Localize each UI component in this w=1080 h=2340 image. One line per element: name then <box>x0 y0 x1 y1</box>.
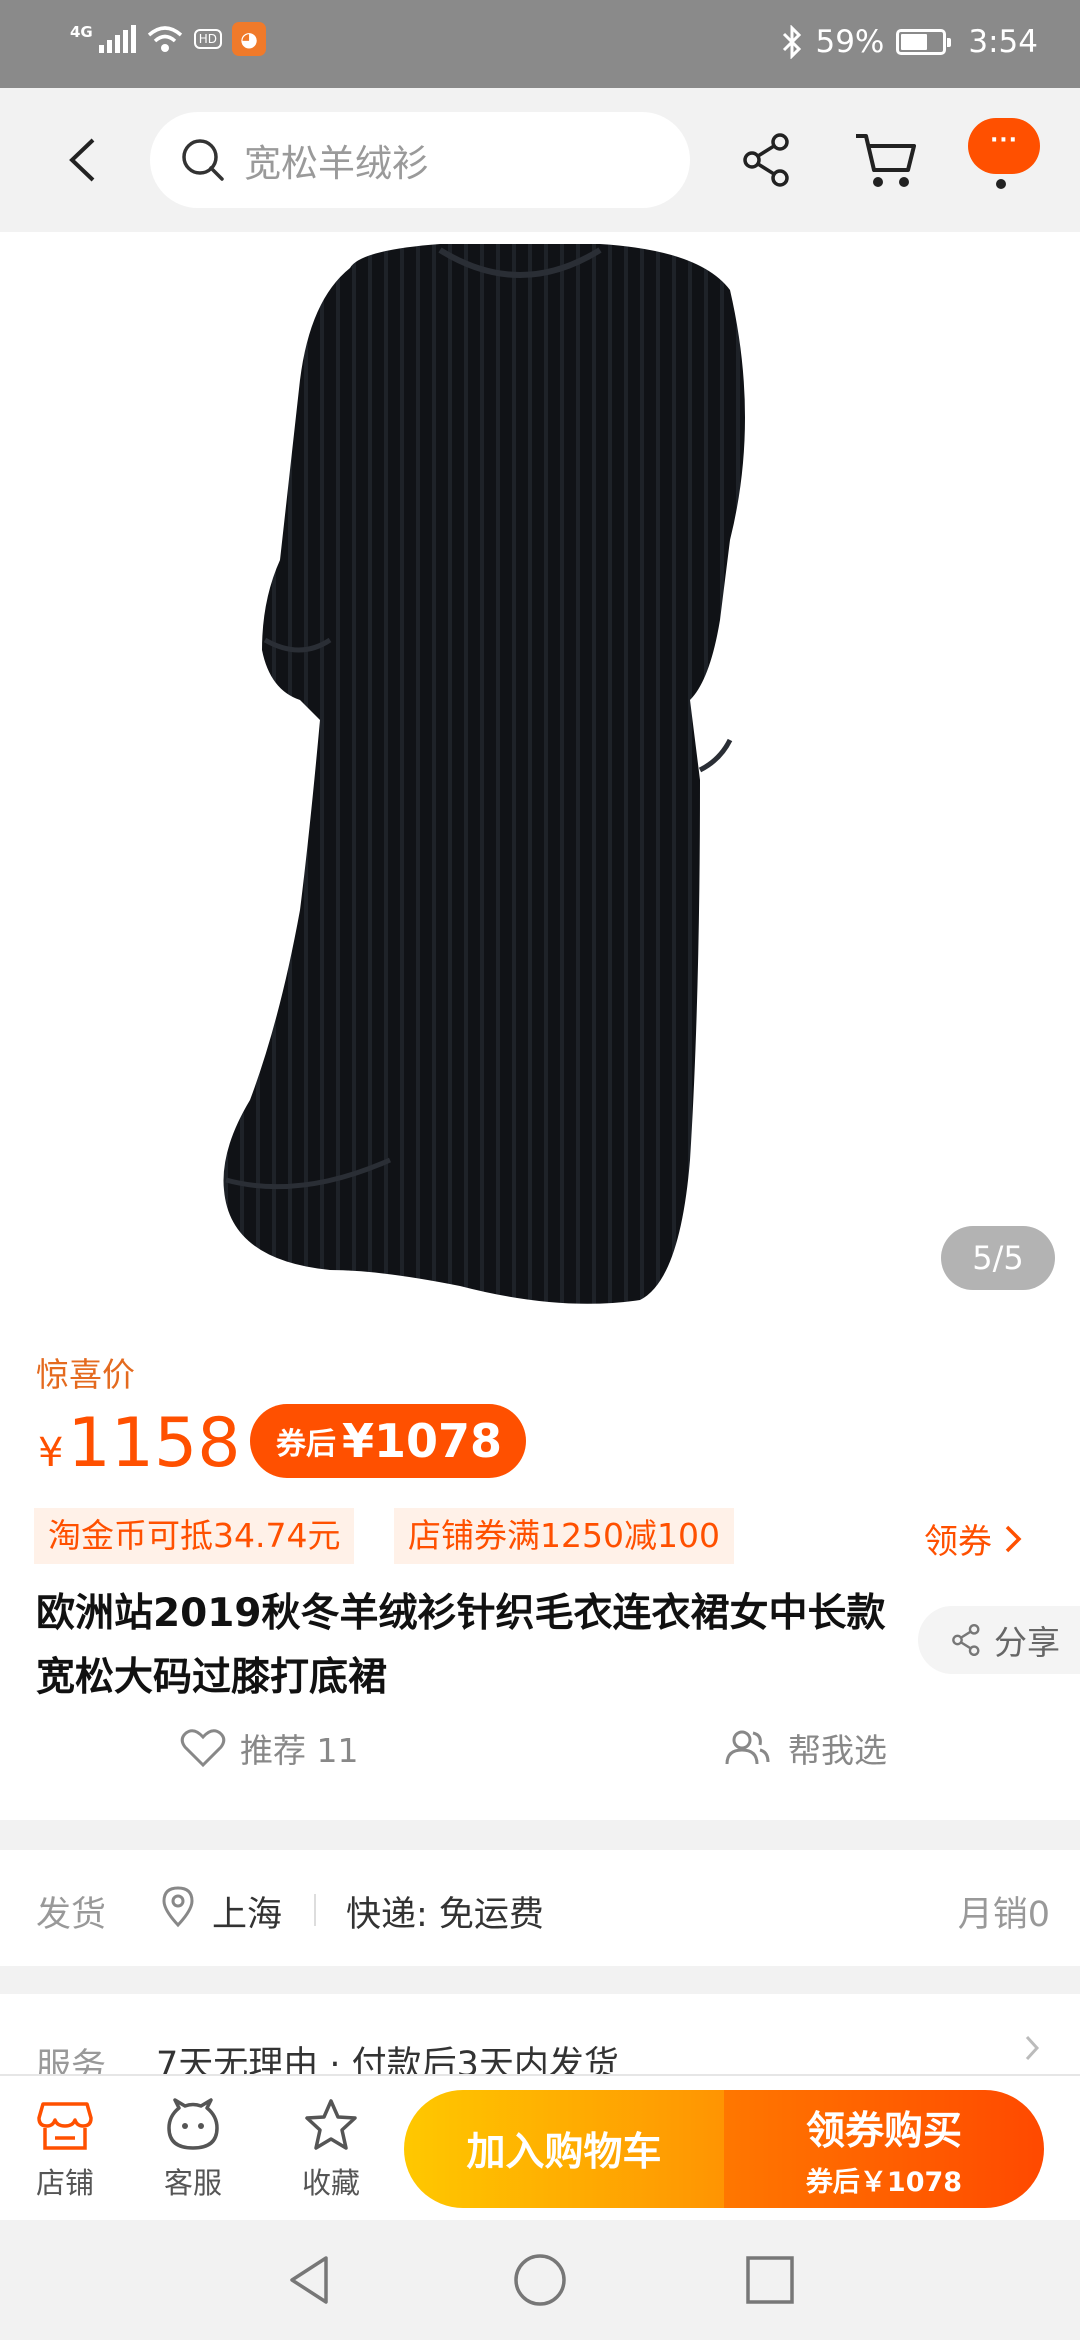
buy-coupon-price: 券后￥1078 <box>805 2166 963 2198</box>
chevron-right-icon <box>1025 2035 1040 2061</box>
buy-with-coupon-button[interactable]: 领券购买 券后￥1078 <box>724 2090 1044 2208</box>
hd-badge: HD <box>193 29 223 49</box>
search-icon <box>182 139 224 181</box>
shipping-express: 快递: 免运费 <box>346 1895 544 1935</box>
cta-group: 加入购物车 领券购买 券后￥1078 <box>404 2090 1044 2208</box>
star-icon <box>305 2099 357 2150</box>
monthly-sales: 月销0 <box>957 1895 1050 1935</box>
service-label: 服务 <box>36 2047 107 2074</box>
location-pin-icon <box>162 1886 194 1928</box>
system-navigation-bar <box>0 2220 1080 2340</box>
chevron-right-icon <box>1005 1525 1022 1552</box>
shipping-city: 上海 <box>212 1895 283 1935</box>
status-right: 59% 3:54 <box>781 24 1038 60</box>
shipping-label: 发货 <box>36 1895 107 1935</box>
product-title: 欧洲站2019秋冬羊绒衫针织毛衣连衣裙女中长款宽松大码过膝打底裙 <box>36 1591 886 1700</box>
status-bar: 4G HD ◕ 59% 3:54 <box>0 0 1080 88</box>
battery-icon <box>896 29 952 55</box>
favorite-label: 收藏 <box>301 2166 360 2200</box>
help-choose-button[interactable]: 帮我选 <box>724 1724 887 1772</box>
signal-icon <box>98 25 136 53</box>
help-choose-label: 帮我选 <box>788 1731 887 1770</box>
get-coupon-link[interactable]: 领券 <box>924 1514 1022 1563</box>
coupon-price-badge: 券后 ¥1078 <box>250 1404 527 1478</box>
share-button[interactable] <box>736 128 800 192</box>
image-counter: 5/5 <box>941 1226 1055 1290</box>
battery-percent: 59% <box>815 24 885 60</box>
price: ¥ 1158 <box>38 1404 241 1483</box>
promo-tag-store-coupon: 店铺券满1250减100 <box>394 1508 734 1564</box>
search-input[interactable]: 宽松羊绒衫 <box>150 112 690 208</box>
dress-image <box>223 244 745 1304</box>
service-row[interactable]: 服务 7天无理由 · 付款后3天内发货 <box>0 1994 1080 2074</box>
cart-icon <box>856 134 916 187</box>
wifi-icon <box>147 26 182 52</box>
heart-icon <box>180 1729 226 1768</box>
price-currency: ¥ <box>38 1430 64 1476</box>
customer-service-icon <box>167 2098 219 2150</box>
top-nav-bar: 宽松羊绒衫 ··· <box>0 88 1080 232</box>
system-home-icon[interactable] <box>510 2250 570 2310</box>
back-button[interactable] <box>52 128 112 192</box>
share-tab[interactable]: 分享 <box>918 1606 1080 1674</box>
recommend-label: 推荐 11 <box>240 1731 359 1770</box>
favorite-button[interactable]: 收藏 <box>276 2098 386 2202</box>
uc-browser-icon: ◕ <box>232 22 267 56</box>
product-image[interactable] <box>0 232 1080 1312</box>
customer-service-label: 客服 <box>163 2166 222 2200</box>
more-indicator-dot <box>996 179 1006 189</box>
service-text: 7天无理由 · 付款后3天内发货 <box>156 2045 619 2074</box>
promo-tag-coins: 淘金币可抵34.74元 <box>34 1508 355 1564</box>
network-type: 4G <box>70 23 93 41</box>
coupon-price-value: ¥1078 <box>342 1414 503 1468</box>
status-left: 4G HD ◕ <box>70 22 267 56</box>
cart-button[interactable] <box>852 126 922 192</box>
system-recents-icon[interactable] <box>740 2250 800 2310</box>
people-icon <box>725 1730 770 1765</box>
store-button[interactable]: 店铺 <box>10 2098 120 2202</box>
chevron-left-icon <box>69 138 95 182</box>
store-icon <box>37 2102 93 2150</box>
add-to-cart-button[interactable]: 加入购物车 <box>404 2090 724 2208</box>
bottom-action-bar: 店铺 客服 收藏 加入购物车 领券购买 券后￥1078 <box>0 2074 1080 2220</box>
share-label: 分享 <box>994 1623 1060 1662</box>
system-back-icon[interactable] <box>280 2250 340 2310</box>
divider <box>314 1894 316 1926</box>
coupon-price-label: 券后 <box>276 1427 336 1462</box>
search-placeholder: 宽松羊绒衫 <box>244 142 429 185</box>
buy-with-coupon-label: 领券购买 <box>805 2108 962 2154</box>
store-label: 店铺 <box>35 2166 94 2200</box>
shipping-row[interactable]: 发货 上海 快递: 免运费 月销0 <box>0 1850 1080 1966</box>
get-coupon-label: 领券 <box>924 1522 992 1562</box>
product-info-card: 惊喜价 ¥ 1158 券后 ¥1078 淘金币可抵34.74元 店铺券满1250… <box>0 1312 1080 1820</box>
price-label: 惊喜价 <box>36 1355 135 1394</box>
bluetooth-icon <box>783 25 802 59</box>
recommend-button[interactable]: 推荐 11 <box>180 1724 358 1772</box>
price-value: 1158 <box>67 1404 241 1483</box>
share-icon <box>952 1623 980 1657</box>
more-button[interactable]: ··· <box>968 118 1040 174</box>
customer-service-button[interactable]: 客服 <box>138 2098 248 2202</box>
clock: 3:54 <box>968 24 1038 60</box>
share-icon <box>743 133 789 187</box>
